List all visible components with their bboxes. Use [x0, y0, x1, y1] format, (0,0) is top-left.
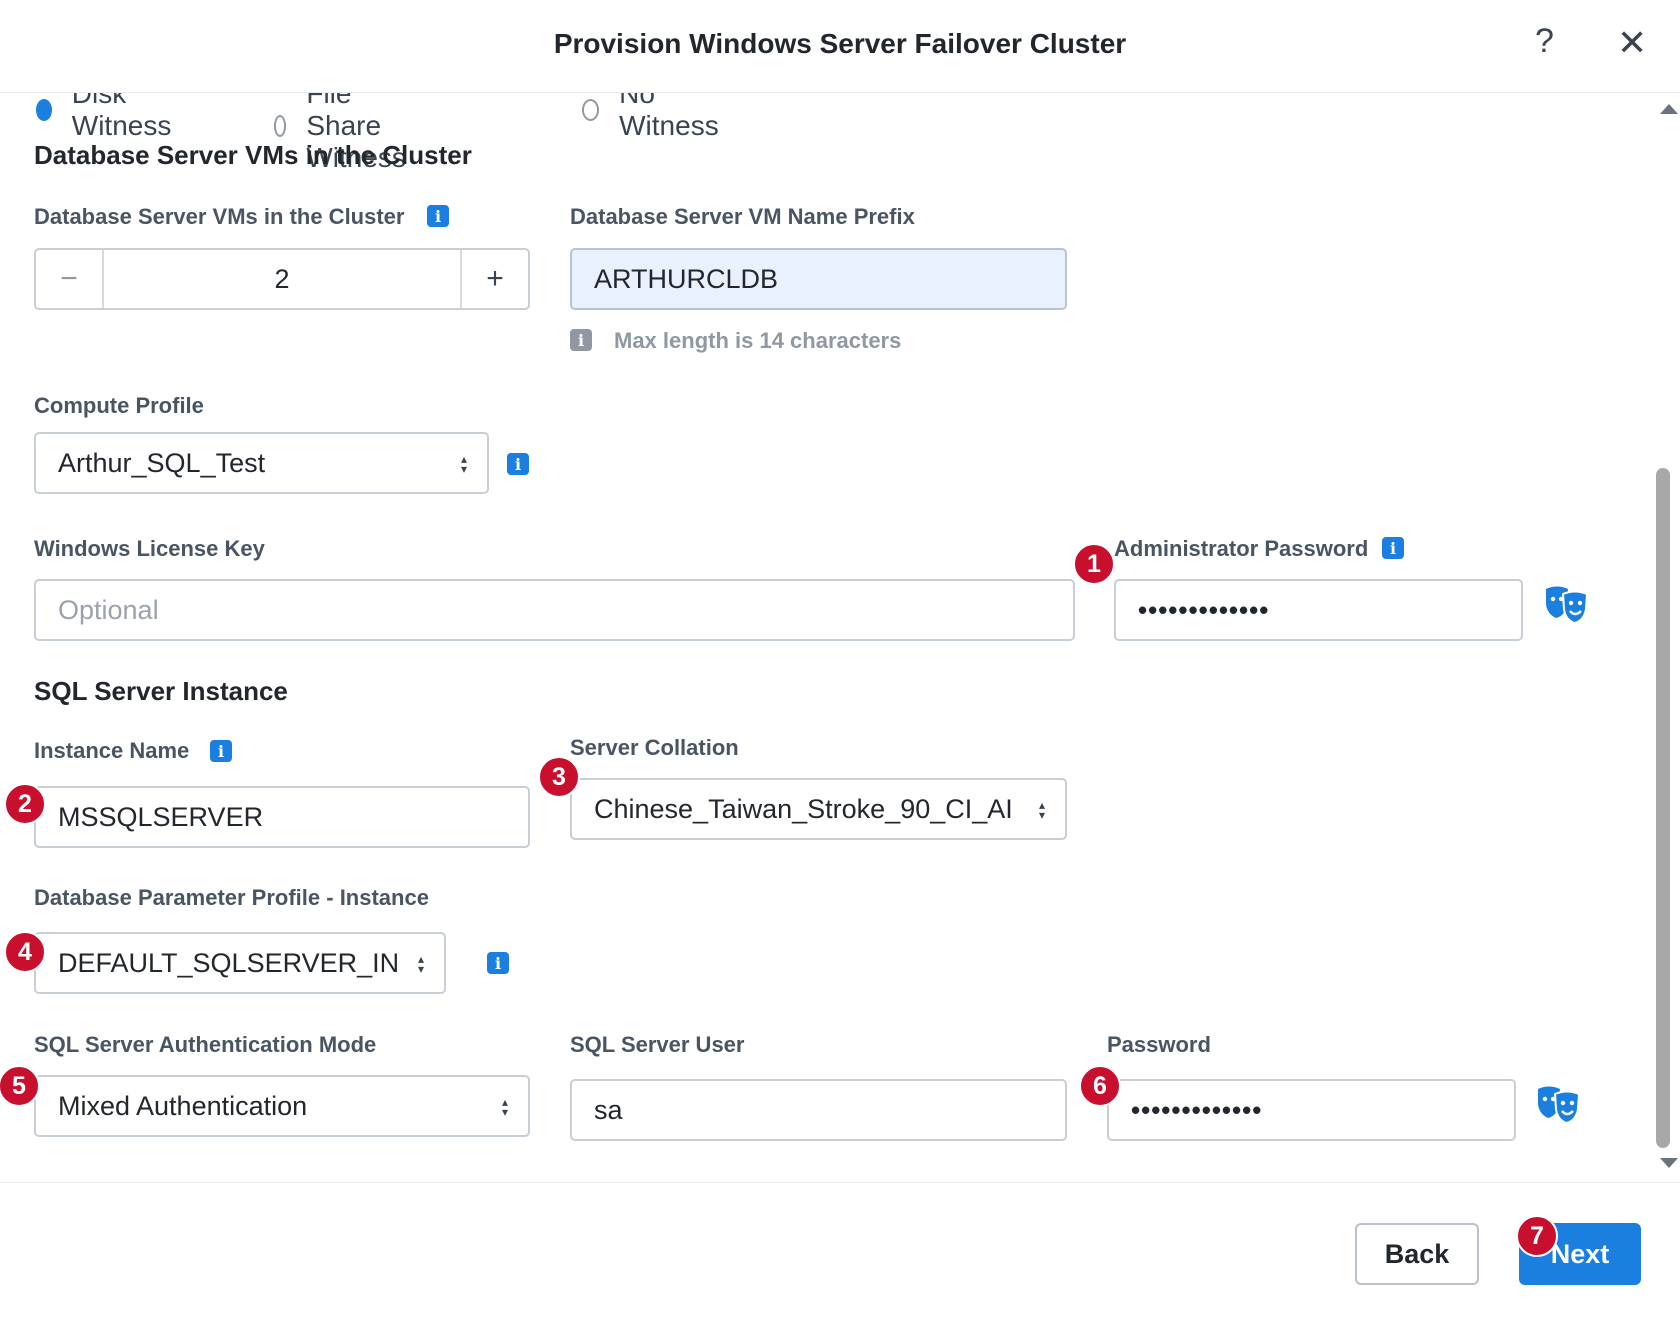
license-key-label: Windows License Key: [34, 536, 265, 561]
radio-selected-icon: [36, 99, 52, 121]
step-badge-5: 5: [0, 1065, 40, 1107]
show-password-icon[interactable]: [1543, 584, 1591, 626]
sql-password-value: •••••••••••••: [1131, 1094, 1263, 1125]
section-title-vms: Database Server VMs in the Cluster: [34, 140, 472, 170]
info-icon[interactable]: i: [487, 952, 509, 974]
help-button[interactable]: ?: [1535, 22, 1554, 61]
param-profile-label: Database Parameter Profile - Instance: [34, 885, 429, 910]
vm-count-stepper: − 2 +: [34, 248, 530, 310]
select-arrows-icon: ▴ ▾: [460, 452, 468, 476]
select-arrows-icon: ▴ ▾: [501, 1095, 509, 1119]
radio-unselected-icon: [274, 115, 287, 137]
auth-mode-label: SQL Server Authentication Mode: [34, 1032, 377, 1057]
dialog-body[interactable]: Disk Witness File Share Witness No Witne…: [0, 92, 1680, 1182]
server-collation-select[interactable]: Chinese_Taiwan_Stroke_90_CI_AI ▴ ▾: [570, 778, 1067, 840]
license-key-placeholder: Optional: [58, 594, 159, 625]
vm-prefix-label: Database Server VM Name Prefix: [570, 204, 915, 229]
dialog-title: Provision Windows Server Failover Cluste…: [553, 28, 1127, 59]
info-icon[interactable]: i: [1382, 537, 1404, 559]
compute-profile-select[interactable]: Arthur_SQL_Test ▴ ▾: [34, 432, 489, 494]
step-badge-7: 7: [1516, 1215, 1558, 1257]
instance-name-input[interactable]: MSSQLSERVER: [34, 786, 530, 848]
sql-user-label: SQL Server User: [570, 1032, 745, 1057]
param-profile-select[interactable]: DEFAULT_SQLSERVER_INS ▴ ▾: [34, 932, 446, 994]
info-icon[interactable]: i: [210, 740, 232, 762]
select-arrows-icon: ▴ ▾: [1038, 798, 1046, 822]
license-key-input[interactable]: Optional: [34, 579, 1075, 641]
select-arrows-icon: ▴ ▾: [417, 952, 425, 976]
info-icon[interactable]: i: [507, 453, 529, 475]
show-password-icon[interactable]: [1535, 1084, 1583, 1126]
instance-name-label: Instance Name: [34, 738, 190, 763]
admin-password-value: •••••••••••••: [1138, 594, 1270, 625]
step-badge-4: 4: [4, 931, 46, 973]
step-badge-6: 6: [1079, 1065, 1121, 1107]
scroll-thumb[interactable]: [1656, 468, 1670, 1148]
dialog-header: Provision Windows Server Failover Cluste…: [0, 0, 1680, 93]
close-button[interactable]: ✕: [1617, 22, 1647, 64]
admin-password-label: Administrator Password: [1114, 536, 1369, 561]
scroll-down-arrow-icon[interactable]: [1660, 1158, 1678, 1168]
info-icon: i: [570, 329, 592, 351]
dialog-footer: Back Next 7: [0, 1182, 1680, 1318]
radio-unselected-icon: [582, 99, 600, 121]
compute-profile-label: Compute Profile: [34, 393, 204, 418]
sql-password-label: Password: [1107, 1032, 1211, 1057]
scroll-up-arrow-icon[interactable]: [1660, 104, 1678, 114]
vm-prefix-input[interactable]: ARTHURCLDB: [570, 248, 1067, 310]
server-collation-label: Server Collation: [570, 735, 739, 760]
vm-prefix-value: ARTHURCLDB: [594, 263, 779, 294]
step-badge-2: 2: [4, 783, 46, 825]
back-button[interactable]: Back: [1355, 1223, 1479, 1285]
info-icon[interactable]: i: [427, 205, 449, 227]
decrement-button[interactable]: −: [36, 250, 104, 308]
section-title-sql: SQL Server Instance: [34, 676, 288, 706]
sql-user-input[interactable]: sa: [570, 1079, 1067, 1141]
increment-button[interactable]: +: [460, 250, 528, 308]
auth-mode-select[interactable]: Mixed Authentication ▴ ▾: [34, 1075, 530, 1137]
step-badge-3: 3: [538, 756, 580, 798]
step-badge-1: 1: [1073, 543, 1115, 585]
vm-count-value[interactable]: 2: [104, 264, 460, 295]
radio-disk-witness[interactable]: Disk Witness: [36, 92, 178, 142]
vm-prefix-hint: Max length is 14 characters: [614, 328, 902, 353]
vm-count-label: Database Server VMs in the Cluster: [34, 204, 405, 229]
admin-password-input[interactable]: •••••••••••••: [1114, 579, 1523, 641]
scrollbar[interactable]: [1656, 92, 1680, 1182]
radio-no-witness[interactable]: No Witness: [582, 92, 724, 142]
sql-password-input[interactable]: •••••••••••••: [1107, 1079, 1516, 1141]
